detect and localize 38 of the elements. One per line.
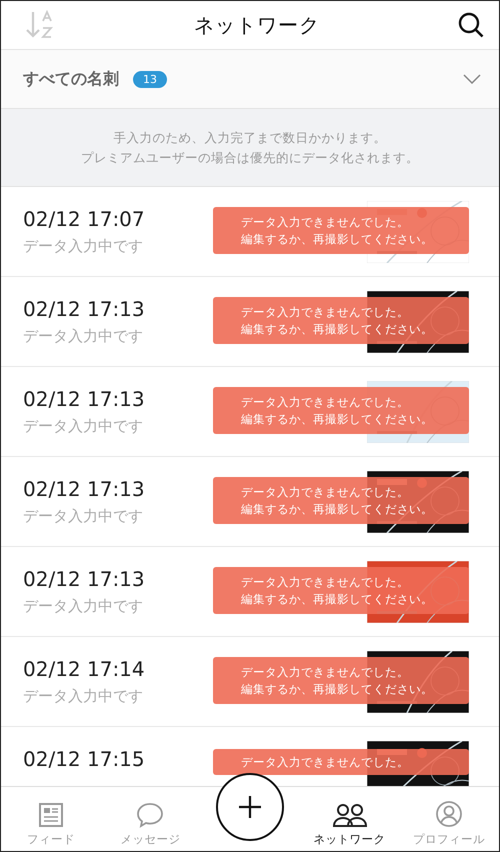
error-message: データ入力できませんでした。 <box>240 754 409 770</box>
timestamp: 02/12 17:13 <box>23 567 145 591</box>
timestamp: 02/12 17:13 <box>23 477 145 501</box>
error-message: データ入力できませんでした。 編集するか、再撮影してください。 <box>240 574 433 608</box>
tab[interactable]: ネットワーク <box>300 787 400 851</box>
timestamp: 02/12 17:13 <box>23 297 145 321</box>
timestamp: 02/12 17:15 <box>23 747 145 771</box>
status-text: データ入力中です <box>23 507 144 526</box>
count-badge: 13 <box>133 70 167 88</box>
filter-label[interactable]: すべての名刺 <box>23 68 119 90</box>
card-row[interactable]: 02/12 17:14 データ入力中です データ入力できませんでした。 編集するか、再撮影してください。 <box>1 637 499 727</box>
error-message: データ入力できませんでした。 編集するか、再撮影してください。 <box>240 394 433 428</box>
card-row[interactable]: 02/12 17:13 データ入力中です データ入力できませんでした。 編集するか、再撮影してください。 <box>1 547 499 637</box>
status-text: データ入力中です <box>23 597 144 616</box>
profile-icon <box>435 800 464 828</box>
people-icon <box>332 802 368 828</box>
timestamp: 02/12 17:07 <box>23 207 145 231</box>
timestamp: 02/12 17:14 <box>23 657 145 681</box>
search-icon[interactable] <box>457 11 485 39</box>
card-row[interactable]: 02/12 17:13 データ入力中です データ入力できませんでした。 編集するか、再撮影してください。 <box>1 277 499 367</box>
screen-title: ネットワーク <box>194 12 320 38</box>
plus-icon <box>236 794 263 820</box>
error-message: データ入力できませんでした。 編集するか、再撮影してください。 <box>240 484 433 518</box>
notice-text: 手入力のため、入力完了まで数日かかります。 プレミアムユーザーの場合は優先的にデータ化されます。 <box>81 128 419 166</box>
error-message: データ入力できませんでした。 編集するか、再撮影してください。 <box>240 214 433 248</box>
timestamp: 02/12 17:13 <box>23 387 145 411</box>
error-message: データ入力できませんでした。 編集するか、再撮影してください。 <box>240 304 433 338</box>
newspaper-icon <box>38 802 64 828</box>
error-message: データ入力できませんでした。 編集するか、再撮影してください。 <box>240 664 433 698</box>
card-row[interactable]: 02/12 17:13 データ入力中です データ入力できませんでした。 編集するか、再撮影してください。 <box>1 367 499 457</box>
speech-bubble-icon <box>136 802 164 828</box>
status-text: データ入力中です <box>23 327 144 346</box>
status-text: データ入力中です <box>23 417 144 436</box>
card-row[interactable]: 02/12 17:07 データ入力中です データ入力できませんでした。 編集するか、再撮影してください。 <box>1 187 499 277</box>
card-row[interactable]: 02/12 17:13 データ入力中です データ入力できませんでした。 編集するか、再撮影してください。 <box>1 457 499 547</box>
chevron-icon[interactable] <box>463 74 481 84</box>
status-text: データ入力中です <box>23 687 144 706</box>
status-text: データ入力中です <box>23 237 144 256</box>
